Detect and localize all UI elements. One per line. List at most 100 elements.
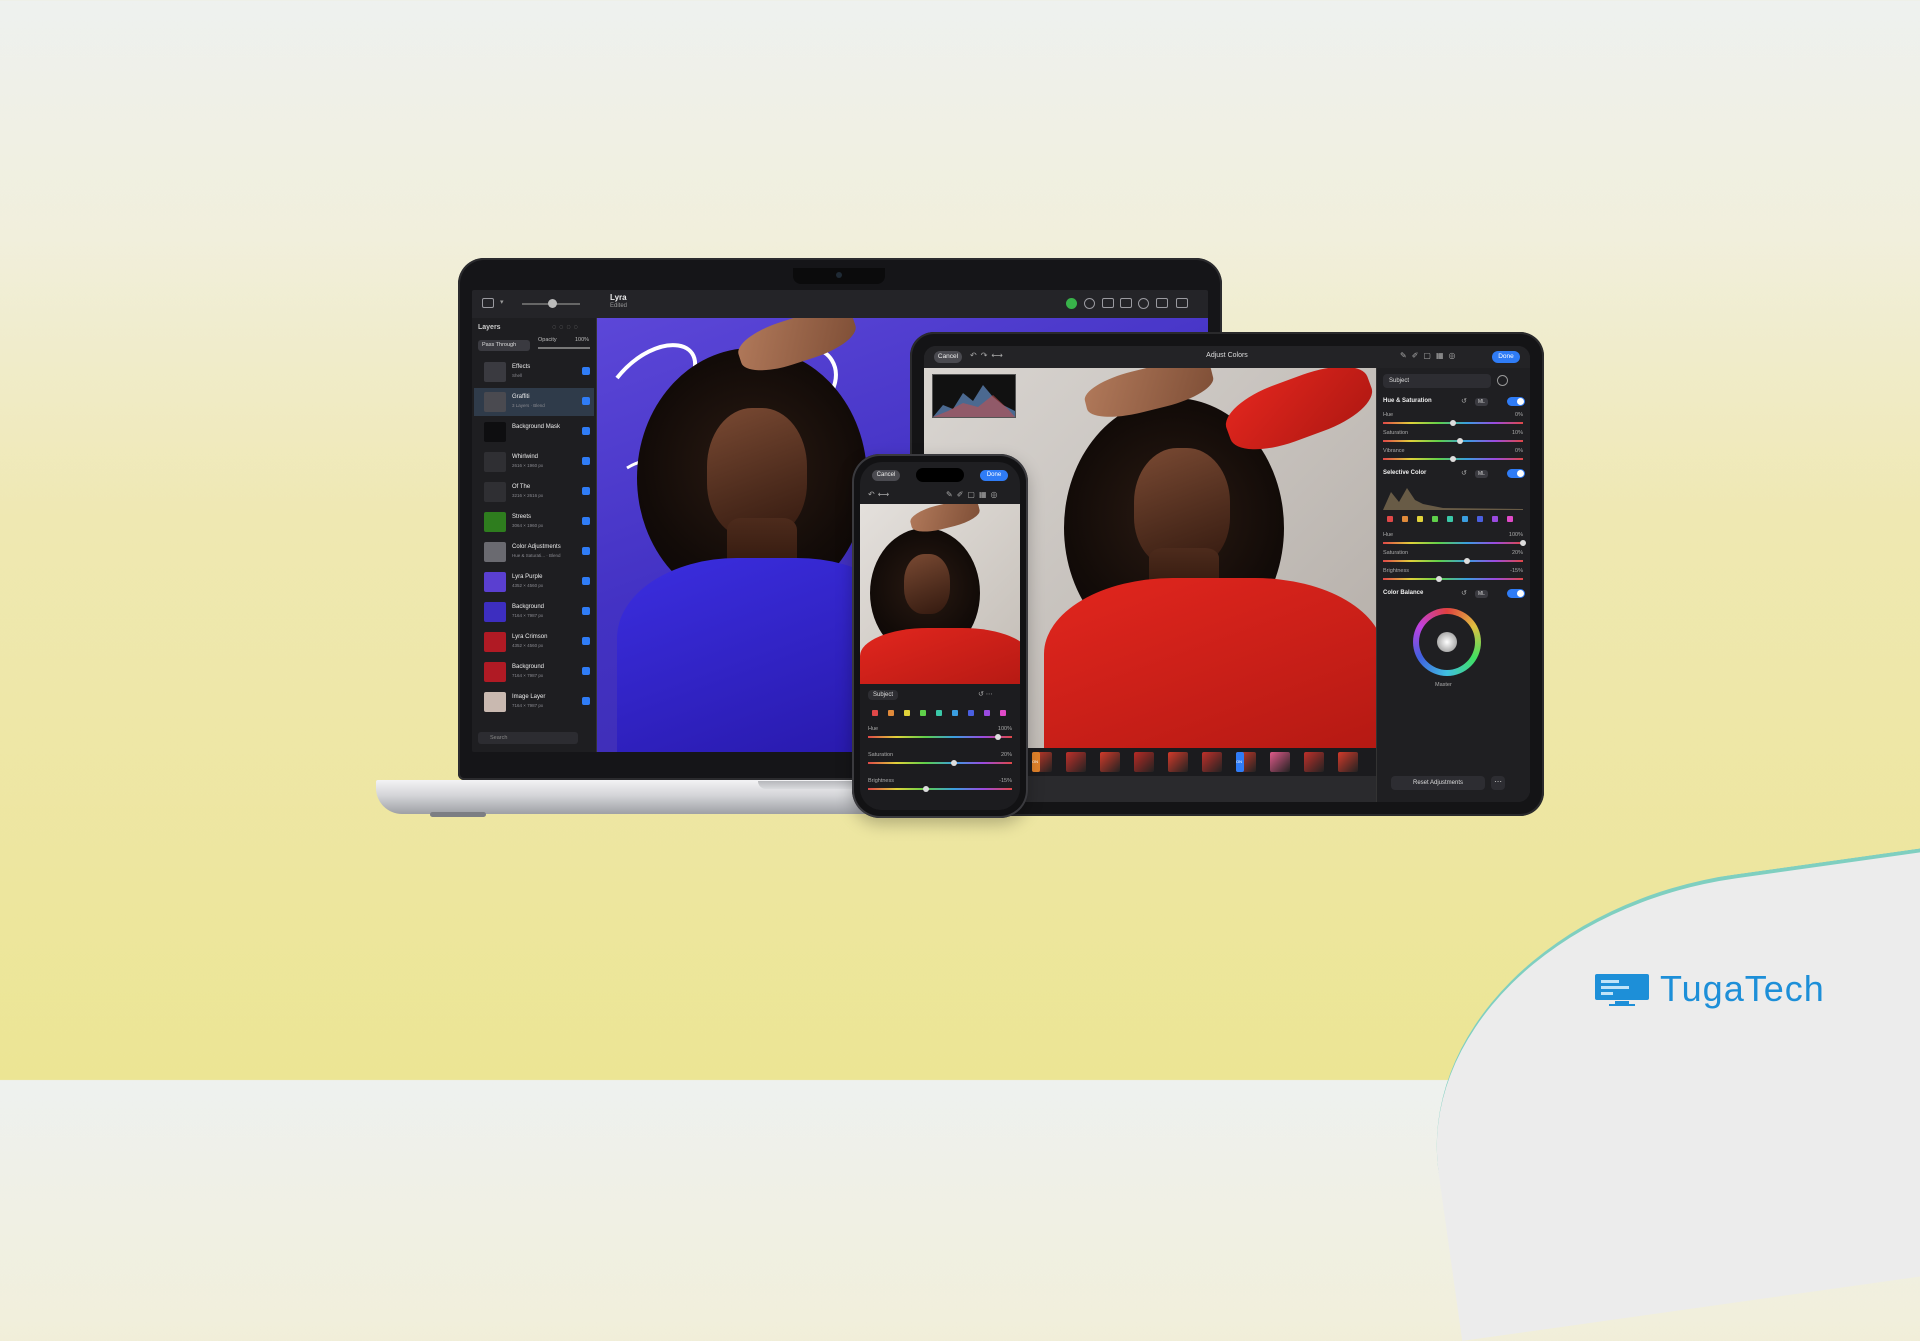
color-swatch[interactable] <box>1432 516 1438 522</box>
visibility-checkbox[interactable] <box>582 457 590 465</box>
color-balance-toggle[interactable] <box>1507 589 1525 598</box>
filmstrip-thumbnail[interactable] <box>1270 752 1290 772</box>
subject-dropdown[interactable]: Subject <box>1383 374 1491 388</box>
color-balance-wheel[interactable] <box>1413 608 1481 676</box>
ml-badge[interactable]: ML <box>1475 398 1488 406</box>
reset-icon[interactable]: ↺ <box>1461 469 1467 477</box>
layer-row[interactable]: Effects Shell <box>474 358 594 386</box>
chevron-down-icon[interactable]: ▾ <box>500 298 504 306</box>
reset-adjustments-button[interactable]: Reset Adjustments <box>1391 776 1485 790</box>
visibility-checkbox[interactable] <box>582 487 590 495</box>
adjust-slider[interactable] <box>1383 560 1523 562</box>
color-swatch[interactable] <box>1507 516 1513 522</box>
layers-search-input[interactable]: Search <box>478 732 578 744</box>
filmstrip-thumbnail[interactable] <box>1100 752 1120 772</box>
color-swatch[interactable] <box>888 710 894 716</box>
tool-icons[interactable]: ✎✐▢▦◎ <box>1400 351 1461 360</box>
visibility-checkbox[interactable] <box>582 607 590 615</box>
adjust-slider[interactable] <box>1383 440 1523 442</box>
tool-icons[interactable]: ✎✐▢▦◎ <box>946 490 1002 499</box>
more-icon[interactable] <box>1138 298 1149 309</box>
color-swatch[interactable] <box>1417 516 1423 522</box>
info-icon[interactable] <box>1084 298 1095 309</box>
adjust-slider[interactable] <box>1383 542 1523 544</box>
layer-row[interactable]: Lyra Purple 4352 × 4560 px <box>474 568 594 596</box>
color-swatch[interactable] <box>1000 710 1006 716</box>
filmstrip-thumbnail[interactable] <box>1134 752 1154 772</box>
crop-icon[interactable] <box>1102 298 1114 308</box>
adjust-slider-knob[interactable] <box>1457 438 1463 444</box>
layer-row[interactable]: Color Adjustments Hue & Saturati... · Ble… <box>474 538 594 566</box>
visibility-checkbox[interactable] <box>582 637 590 645</box>
layer-row[interactable]: Streets 3064 × 1960 px <box>474 508 594 536</box>
color-swatch[interactable] <box>1462 516 1468 522</box>
adjust-slider-knob[interactable] <box>1436 576 1442 582</box>
adjust-slider[interactable] <box>868 736 1012 738</box>
color-swatch[interactable] <box>872 710 878 716</box>
layer-row[interactable]: Lyra Crimson 4352 × 4560 px <box>474 628 594 656</box>
adjust-slider-knob[interactable] <box>1464 558 1470 564</box>
add-icon[interactable] <box>1497 375 1508 386</box>
adjust-slider-knob[interactable] <box>995 734 1001 740</box>
color-swatch[interactable] <box>904 710 910 716</box>
visibility-checkbox[interactable] <box>582 367 590 375</box>
rotate-icon[interactable] <box>1120 298 1132 308</box>
iphone-subject-select[interactable]: Subject <box>868 690 899 700</box>
color-swatch[interactable] <box>1402 516 1408 522</box>
visibility-checkbox[interactable] <box>582 547 590 555</box>
blend-mode-select[interactable]: Pass Through <box>478 340 530 351</box>
hue-saturation-toggle[interactable] <box>1507 397 1525 406</box>
color-swatch[interactable] <box>936 710 942 716</box>
reset-icon[interactable]: ↺ ⋯ <box>978 690 993 698</box>
color-swatch[interactable] <box>984 710 990 716</box>
color-swatch[interactable] <box>968 710 974 716</box>
visibility-checkbox[interactable] <box>582 577 590 585</box>
filmstrip-thumbnail[interactable] <box>1304 752 1324 772</box>
adjust-slider-knob[interactable] <box>1520 540 1526 546</box>
share-icon[interactable] <box>1156 298 1168 308</box>
ml-badge[interactable]: ML <box>1475 470 1488 478</box>
color-swatch[interactable] <box>952 710 958 716</box>
filmstrip-thumbnail[interactable] <box>1168 752 1188 772</box>
ml-badge[interactable]: ML <box>1475 590 1488 598</box>
adjust-slider-knob[interactable] <box>1450 456 1456 462</box>
filmstrip-thumbnail[interactable] <box>1066 752 1086 772</box>
layer-row[interactable]: Background 7164 × 7987 px <box>474 598 594 626</box>
visibility-checkbox[interactable] <box>582 397 590 405</box>
filmstrip-thumbnail[interactable] <box>1202 752 1222 772</box>
adjust-slider[interactable] <box>1383 578 1523 580</box>
color-swatch[interactable] <box>1477 516 1483 522</box>
layer-row[interactable]: Background Mask <box>474 418 594 446</box>
adjust-slider-knob[interactable] <box>1450 420 1456 426</box>
color-swatch[interactable] <box>1387 516 1393 522</box>
visibility-checkbox[interactable] <box>582 517 590 525</box>
visibility-checkbox[interactable] <box>582 667 590 675</box>
color-swatch[interactable] <box>1447 516 1453 522</box>
undo-icon[interactable]: ↶⟷ <box>868 490 892 499</box>
reset-icon[interactable]: ↺ <box>1461 589 1467 597</box>
visibility-checkbox[interactable] <box>582 697 590 705</box>
layer-row[interactable]: Of The 3216 × 2616 px <box>474 478 594 506</box>
inspector-toggle-icon[interactable] <box>1176 298 1188 308</box>
iphone-done-button[interactable]: Done <box>980 470 1008 481</box>
layer-row[interactable]: Background 7164 × 7987 px <box>474 658 594 686</box>
layer-row[interactable]: Graffiti 3 Layers · Blend <box>474 388 594 416</box>
more-options-icon[interactable]: ⋯ <box>1491 776 1505 790</box>
adjust-slider-knob[interactable] <box>923 786 929 792</box>
adjust-slider-knob[interactable] <box>951 760 957 766</box>
iphone-cancel-button[interactable]: Cancel <box>872 470 900 481</box>
layers-actions-icon[interactable]: ◌◌◌◌ <box>552 324 581 331</box>
sidebar-toggle-icon[interactable] <box>482 298 494 308</box>
done-button[interactable]: Done <box>1492 351 1520 363</box>
adjust-slider[interactable] <box>868 788 1012 790</box>
color-icon[interactable] <box>1066 298 1077 309</box>
visibility-checkbox[interactable] <box>582 427 590 435</box>
color-swatch[interactable] <box>1492 516 1498 522</box>
adjust-slider[interactable] <box>868 762 1012 764</box>
iphone-photo[interactable] <box>860 504 1020 684</box>
zoom-slider-knob[interactable] <box>548 299 557 308</box>
layer-row[interactable]: Image Layer 7164 × 7987 px <box>474 688 594 716</box>
color-swatch[interactable] <box>920 710 926 716</box>
reset-icon[interactable]: ↺ <box>1461 397 1467 405</box>
opacity-slider[interactable] <box>538 347 590 349</box>
